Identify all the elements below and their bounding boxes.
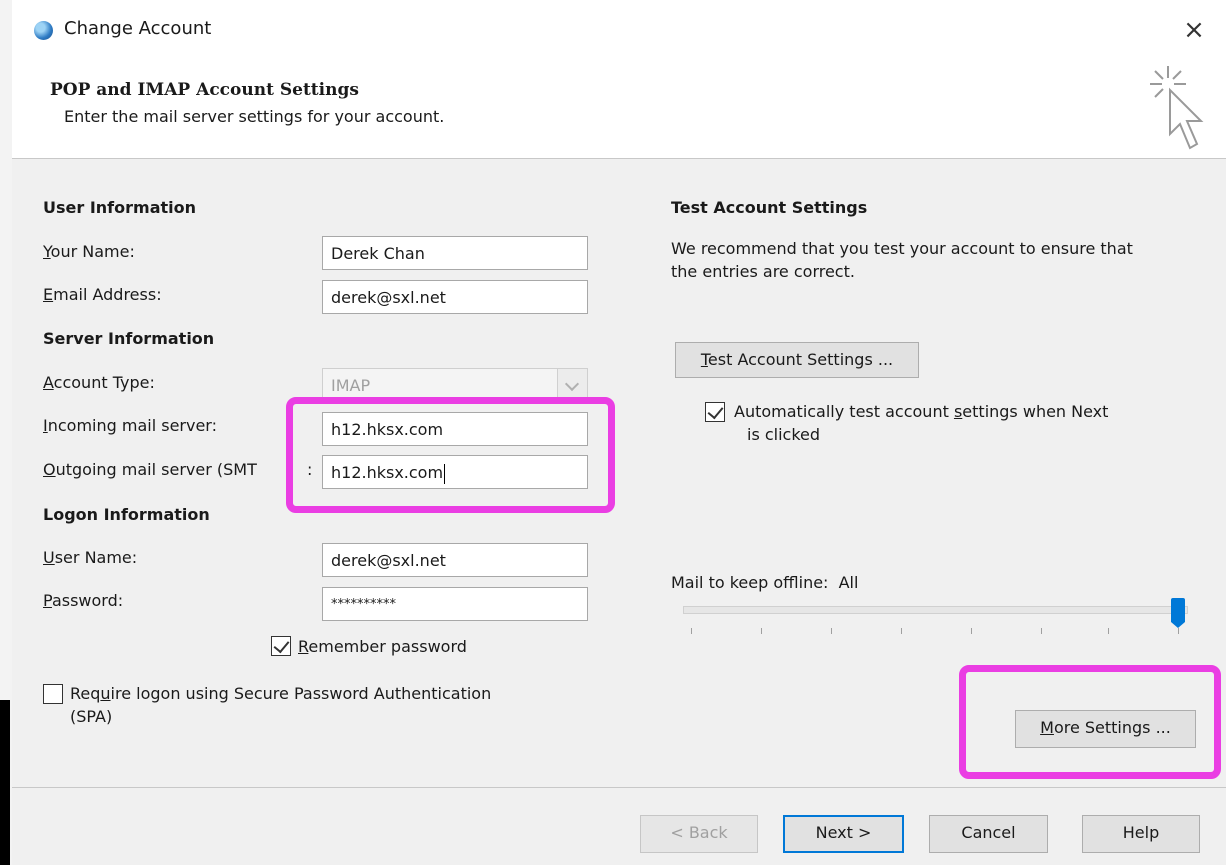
remember-password-checkbox[interactable] xyxy=(271,636,291,656)
header-title: POP and IMAP Account Settings xyxy=(50,80,359,100)
offline-label: Mail to keep offline: All xyxy=(671,573,859,592)
incoming-server-label: Incoming mail server: xyxy=(43,416,217,435)
slider-tick xyxy=(1178,628,1179,634)
outgoing-server-label: Outgoing mail server (SMT xyxy=(43,460,257,479)
background-window-edge-dark xyxy=(0,700,10,865)
auto-test-label-line2: is clicked xyxy=(747,425,821,444)
account-type-value: IMAP xyxy=(331,376,371,395)
spa-checkbox[interactable] xyxy=(43,684,63,704)
offline-slider-track[interactable] xyxy=(683,606,1188,614)
username-input[interactable]: derek@sxl.net xyxy=(322,543,588,577)
email-address-label: Email Address: xyxy=(43,285,162,304)
server-info-heading: Server Information xyxy=(43,329,215,348)
slider-tick xyxy=(831,628,832,634)
your-name-input[interactable]: Derek Chan xyxy=(322,236,588,270)
logon-info-heading: Logon Information xyxy=(43,505,210,524)
slider-tick xyxy=(761,628,762,634)
cancel-button[interactable]: Cancel xyxy=(929,815,1048,853)
password-label: Password: xyxy=(43,591,124,610)
username-label: User Name: xyxy=(43,548,138,567)
offline-value: All xyxy=(838,573,859,592)
email-address-input[interactable]: derek@sxl.net xyxy=(322,280,588,314)
auto-test-checkbox[interactable] xyxy=(705,402,725,422)
close-icon[interactable]: × xyxy=(1178,14,1210,46)
slider-tick xyxy=(971,628,972,634)
more-settings-button[interactable]: More Settings ... xyxy=(1015,710,1196,748)
slider-tick xyxy=(691,628,692,634)
spa-label: Require logon using Secure Password Auth… xyxy=(70,684,492,703)
test-settings-heading: Test Account Settings xyxy=(671,198,868,217)
slider-tick xyxy=(1108,628,1109,634)
window-title: Change Account xyxy=(64,18,212,39)
wizard-cursor-icon xyxy=(1150,66,1204,150)
slider-tick xyxy=(1041,628,1042,634)
help-button[interactable]: Help xyxy=(1082,815,1200,853)
test-settings-description-line1: We recommend that you test your account … xyxy=(671,239,1133,258)
slider-tick xyxy=(901,628,902,634)
test-account-settings-button[interactable]: Test Account Settings ... xyxy=(675,342,919,378)
next-button[interactable]: Next > xyxy=(783,815,904,853)
user-info-heading: User Information xyxy=(43,198,196,217)
spa-label-line2: (SPA) xyxy=(70,707,113,726)
your-name-label: Your Name: xyxy=(43,242,135,261)
server-fields-highlight xyxy=(286,397,615,513)
account-type-label: Account Type: xyxy=(43,373,155,392)
header-subtitle: Enter the mail server settings for your … xyxy=(64,107,445,126)
back-button[interactable]: < Back xyxy=(640,815,758,853)
outlook-globe-icon xyxy=(34,21,53,40)
password-input[interactable]: ********** xyxy=(322,587,588,621)
test-settings-description-line2: the entries are correct. xyxy=(671,262,855,281)
remember-password-label: Remember password xyxy=(298,637,467,656)
auto-test-label: Automatically test account settings when… xyxy=(734,402,1109,421)
offline-slider-thumb[interactable] xyxy=(1171,598,1185,628)
